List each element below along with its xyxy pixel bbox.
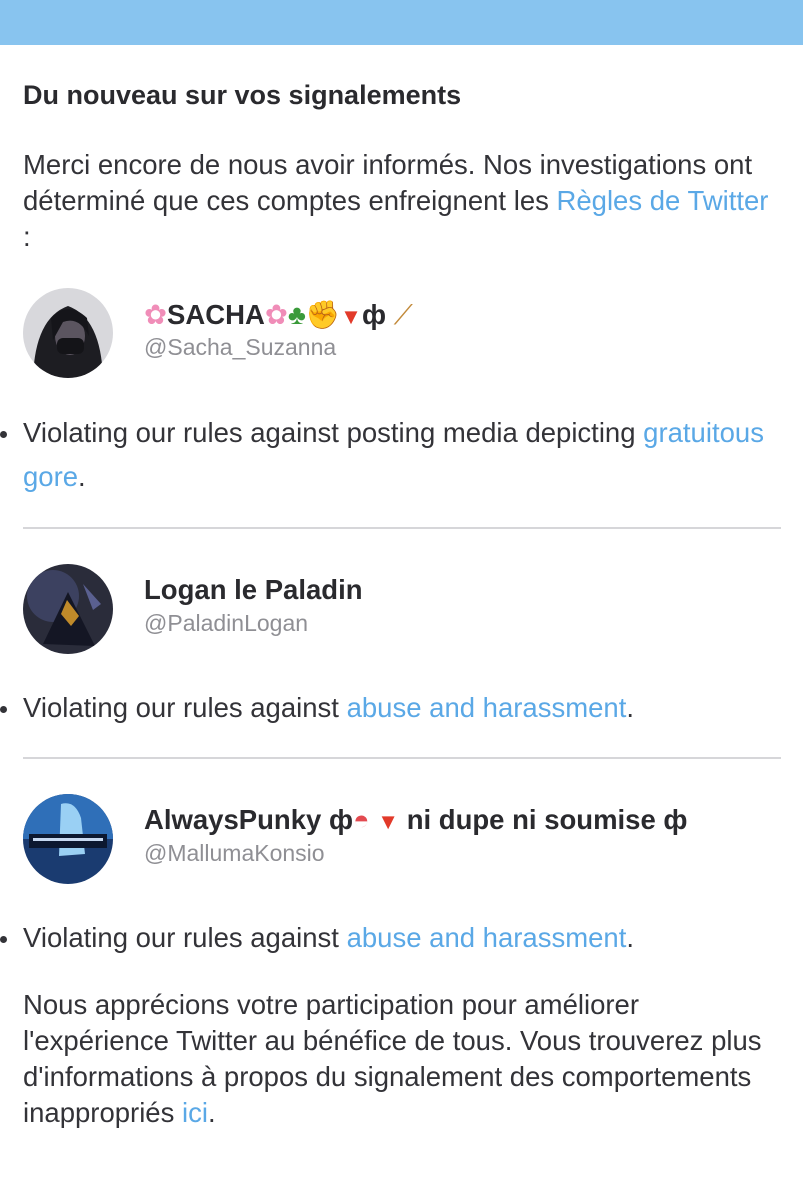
- account-handle[interactable]: @Sacha_Suzanna: [144, 334, 336, 361]
- twitter-rules-link[interactable]: Règles de Twitter: [557, 185, 769, 216]
- avatar[interactable]: [23, 288, 113, 378]
- outro-text: Nous apprécions votre participation pour…: [23, 989, 762, 1128]
- divider: [23, 757, 781, 759]
- broom-icon: ⟋: [393, 299, 413, 330]
- bullet: [0, 706, 7, 713]
- divider: [23, 527, 781, 529]
- bullet: [0, 431, 7, 438]
- violation-text-1: Violating our rules against posting medi…: [0, 411, 783, 499]
- reported-account-3[interactable]: AlwaysPunky ф◓ ▼ ni dupe ni soumise ф @M…: [23, 794, 783, 884]
- abuse-harassment-link[interactable]: abuse and harassment: [347, 922, 627, 953]
- outro-suffix: .: [207, 1097, 216, 1128]
- here-link[interactable]: ici: [182, 1097, 208, 1128]
- outro-paragraph: Nous apprécions votre participation pour…: [23, 987, 783, 1131]
- red-triangle-icon: ▼: [340, 304, 362, 329]
- top-bar: [0, 0, 803, 45]
- bullet: [0, 936, 7, 943]
- avatar[interactable]: [23, 794, 113, 884]
- intro-paragraph: Merci encore de nous avoir informés. Nos…: [23, 147, 783, 255]
- watermelon-icon: ◓: [353, 804, 370, 835]
- cherry-blossom-icon: ✿: [144, 299, 168, 330]
- abuse-harassment-link[interactable]: abuse and harassment: [347, 692, 627, 723]
- account-handle[interactable]: @PaladinLogan: [144, 610, 308, 637]
- cherry-blossom-icon: ✿: [264, 299, 288, 330]
- page-title: Du nouveau sur vos signalements: [23, 80, 462, 110]
- account-name[interactable]: AlwaysPunky ф◓ ▼ ni dupe ni soumise ф: [144, 804, 687, 836]
- avatar[interactable]: [23, 564, 113, 654]
- violation-text-2: Violating our rules against abuse and ha…: [0, 686, 783, 730]
- account-handle[interactable]: @MallumaKonsio: [144, 840, 325, 867]
- violation-text-3: Violating our rules against abuse and ha…: [0, 916, 783, 960]
- clover-icon: ♣: [287, 299, 306, 330]
- reported-account-2[interactable]: Logan le Paladin @PaladinLogan: [23, 564, 783, 654]
- account-name[interactable]: ✿SACHA✿♣✊ ▼ф ⟋: [144, 298, 413, 332]
- phi-symbol: ф: [663, 804, 688, 835]
- red-triangle-icon: ▼: [377, 809, 400, 834]
- reported-account-1[interactable]: ✿SACHA✿♣✊ ▼ф ⟋ @Sacha_Suzanna: [23, 288, 783, 378]
- account-name[interactable]: Logan le Paladin: [144, 574, 363, 606]
- raised-fist-icon: ✊: [305, 299, 341, 330]
- phi-symbol: ф: [361, 299, 387, 330]
- phi-symbol: ф: [328, 804, 354, 835]
- intro-suffix: :: [23, 221, 31, 252]
